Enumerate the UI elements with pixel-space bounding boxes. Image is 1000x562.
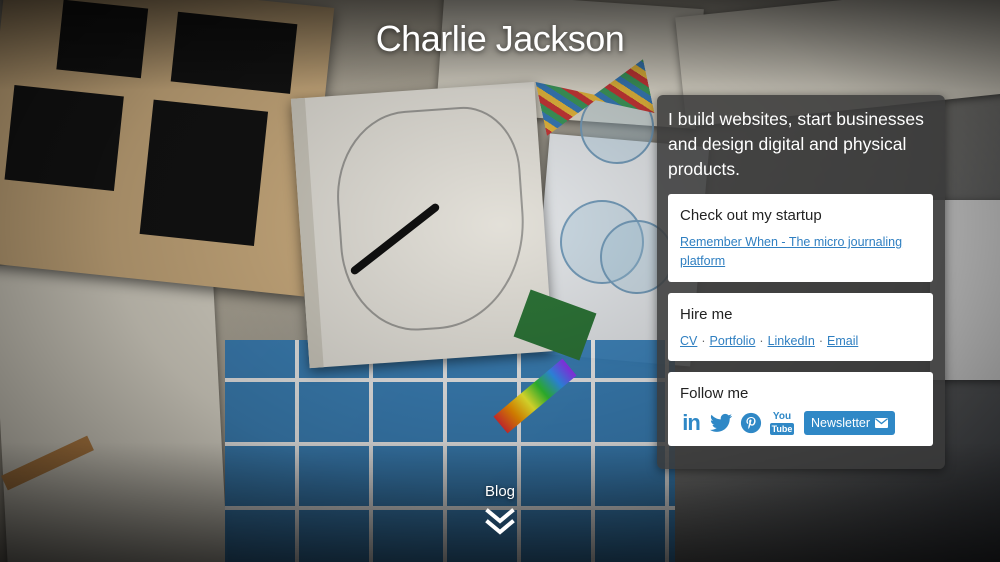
portfolio-link[interactable]: Portfolio	[710, 334, 756, 348]
hire-heading: Hire me	[680, 306, 733, 323]
youtube-text-bottom: Tube	[769, 422, 795, 435]
envelope-icon	[875, 418, 889, 428]
email-link[interactable]: Email	[827, 334, 858, 348]
blog-link[interactable]: Blog	[460, 483, 540, 500]
chevron-double-down-icon[interactable]	[484, 508, 516, 536]
youtube-text-top: You	[772, 410, 792, 422]
linkedin-link[interactable]: LinkedIn	[768, 334, 815, 348]
separator: ·	[818, 334, 824, 348]
intro-text: I build websites, start businesses and d…	[668, 109, 924, 179]
twitter-bird-glyph	[710, 413, 732, 432]
separator: ·	[701, 334, 706, 348]
startup-card: Check out my startup Remember When - The…	[668, 194, 933, 282]
info-panel: I build websites, start businesses and d…	[657, 95, 945, 469]
newsletter-label: Newsletter	[811, 416, 871, 430]
social-icons: in You Tube Newsletter	[680, 411, 921, 435]
youtube-icon[interactable]: You Tube	[769, 410, 795, 435]
linkedin-text: in	[682, 410, 701, 435]
newsletter-button[interactable]: Newsletter	[804, 411, 896, 435]
twitter-icon[interactable]	[710, 412, 732, 434]
hire-card: Hire me CV · Portfolio · LinkedIn · Email	[668, 293, 933, 361]
hire-links: CV · Portfolio · LinkedIn · Email	[680, 332, 921, 350]
follow-card: Follow me in You Tube Newsletter	[668, 372, 933, 446]
linkedin-icon[interactable]: in	[680, 412, 702, 434]
pinterest-glyph	[740, 412, 762, 434]
startup-link[interactable]: Remember When - The micro journaling pla…	[680, 233, 921, 271]
cv-link[interactable]: CV	[680, 334, 697, 348]
startup-heading: Check out my startup	[680, 207, 822, 224]
separator: ·	[759, 334, 764, 348]
page-title: Charlie Jackson	[375, 18, 625, 59]
pinterest-icon[interactable]	[740, 412, 762, 434]
follow-heading: Follow me	[680, 385, 749, 402]
